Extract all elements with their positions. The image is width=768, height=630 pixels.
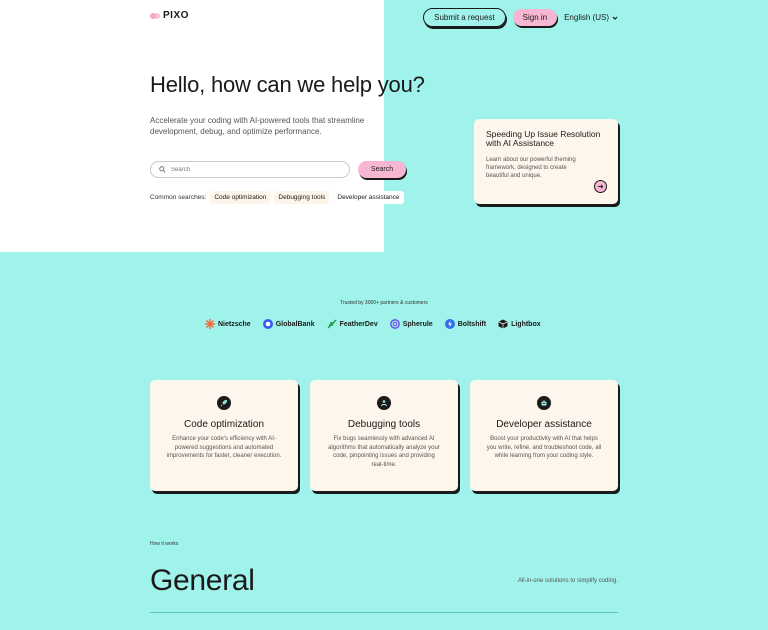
feature-description: Fix bugs seamlessly with advanced AI alg… bbox=[328, 436, 440, 468]
trusted-label: Trusted by 3000+ partners & customers bbox=[340, 300, 428, 306]
section-title: General bbox=[150, 564, 255, 597]
section-tagline: All-in-one solutions to simplify coding. bbox=[517, 578, 618, 584]
common-searches: Common searches: Code optimization Debug… bbox=[150, 191, 404, 204]
robot-icon bbox=[537, 396, 551, 410]
hero-title: Hello, how can we help you? bbox=[150, 72, 425, 97]
feather-icon bbox=[327, 319, 337, 329]
promo-description: Learn about our powerful theming framewo… bbox=[486, 157, 576, 179]
common-search-chip[interactable]: Debugging tools bbox=[274, 191, 330, 204]
feature-description: Boost your productivity with AI that hel… bbox=[486, 436, 602, 459]
users-icon bbox=[377, 396, 391, 410]
promo-card[interactable]: Speeding Up Issue Resolution with AI Ass… bbox=[474, 119, 618, 204]
partner-logo: GlobalBank bbox=[262, 319, 315, 329]
language-label: English (US) bbox=[564, 13, 609, 22]
feature-title: Debugging tools bbox=[347, 419, 421, 430]
partner-logo: Boltshift bbox=[444, 319, 487, 329]
submit-request-button[interactable]: Submit a request bbox=[423, 8, 506, 27]
partner-name: Boltshift bbox=[457, 320, 487, 328]
logo-mark-icon bbox=[150, 11, 160, 21]
partner-name: GlobalBank bbox=[275, 320, 315, 328]
feature-card-code-optimization[interactable]: Code optimization Enhance your code's ef… bbox=[150, 380, 298, 491]
feature-title: Developer assistance bbox=[496, 419, 592, 430]
brand-logo[interactable]: PIXO bbox=[150, 10, 189, 21]
search-icon bbox=[159, 166, 166, 173]
rocket-icon bbox=[217, 396, 231, 410]
partner-name: Nietzsche bbox=[218, 320, 251, 328]
brand-name: PIXO bbox=[163, 10, 189, 21]
feature-description: Enhance your code's efficiency with AI-p… bbox=[166, 436, 282, 459]
feature-card-debugging-tools[interactable]: Debugging tools Fix bugs seamlessly with… bbox=[310, 380, 458, 491]
search-field[interactable] bbox=[150, 161, 350, 178]
promo-title: Speeding Up Issue Resolution with AI Ass… bbox=[486, 129, 601, 148]
feature-card-developer-assistance[interactable]: Developer assistance Boost your producti… bbox=[470, 380, 618, 491]
partner-logo: FeatherDev bbox=[327, 319, 378, 329]
hero-subtitle: Accelerate your coding with AI-powered t… bbox=[150, 116, 365, 136]
search-input[interactable] bbox=[171, 166, 341, 173]
partner-logo: Lightbox bbox=[498, 319, 541, 329]
partner-logos: Nietzsche GlobalBank FeatherDev Spherule… bbox=[205, 319, 541, 329]
globe-icon bbox=[262, 319, 273, 329]
sunburst-icon bbox=[205, 319, 215, 329]
top-nav: Submit a request Sign in English (US) bbox=[423, 8, 618, 27]
common-search-chip[interactable]: Code optimization bbox=[210, 191, 271, 204]
common-searches-label: Common searches: bbox=[150, 194, 207, 201]
partner-name: FeatherDev bbox=[339, 320, 378, 328]
section-divider bbox=[150, 612, 618, 613]
how-it-works-label: How it works bbox=[150, 541, 179, 547]
bolt-icon bbox=[444, 319, 455, 329]
cube-icon bbox=[498, 319, 508, 329]
sphere-icon bbox=[389, 319, 400, 329]
feature-title: Code optimization bbox=[183, 419, 265, 430]
partner-name: Spherule bbox=[402, 320, 433, 328]
partner-logo: Spherule bbox=[389, 319, 433, 329]
partner-name: Lightbox bbox=[511, 320, 541, 328]
partner-logo: Nietzsche bbox=[205, 319, 251, 329]
common-search-chip[interactable]: Developer assistance bbox=[333, 191, 404, 204]
arrow-right-icon[interactable] bbox=[594, 180, 607, 193]
search-button[interactable]: Search bbox=[358, 161, 406, 178]
sign-in-button[interactable]: Sign in bbox=[512, 9, 558, 26]
chevron-down-icon bbox=[612, 16, 618, 20]
language-selector[interactable]: English (US) bbox=[564, 13, 618, 22]
